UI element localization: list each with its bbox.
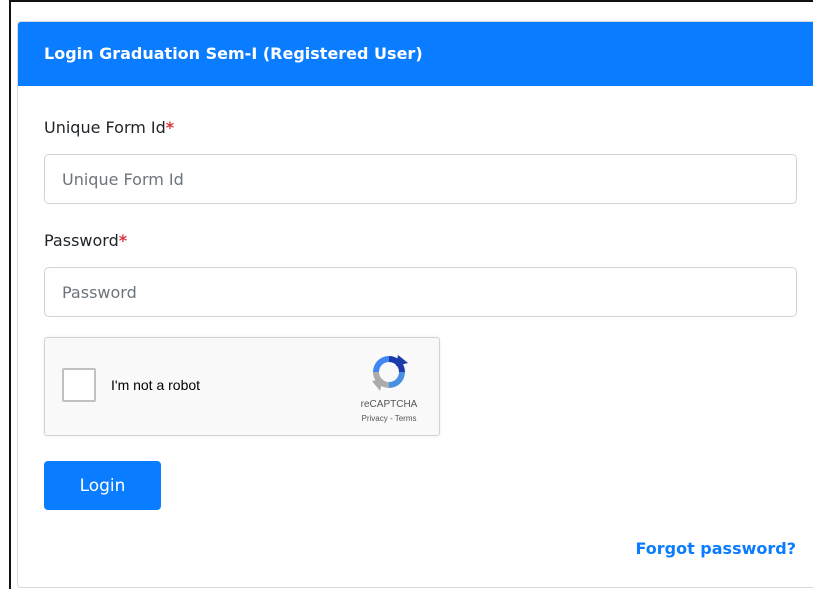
recaptcha-link-separator: - (387, 414, 395, 423)
recaptcha-label: I'm not a robot (111, 377, 201, 393)
recaptcha-brand: reCAPTCHA (360, 399, 418, 410)
card-header: Login Graduation Sem-I (Registered User) (18, 22, 813, 86)
form-id-input[interactable] (44, 154, 797, 204)
recaptcha-terms-link[interactable]: Terms (395, 414, 417, 423)
form-id-label-text: Unique Form Id (44, 118, 166, 137)
form-id-label: Unique Form Id* (44, 118, 174, 137)
recaptcha-links: Privacy - Terms (343, 414, 435, 423)
password-label: Password* (44, 231, 127, 250)
recaptcha-logo-icon (372, 355, 408, 391)
required-mark: * (118, 231, 128, 250)
login-card: Login Graduation Sem-I (Registered User)… (17, 21, 813, 588)
recaptcha-checkbox[interactable] (62, 368, 96, 402)
recaptcha-privacy-link[interactable]: Privacy (362, 414, 388, 423)
card-title: Login Graduation Sem-I (Registered User) (44, 44, 423, 63)
password-label-text: Password (44, 231, 119, 250)
password-input[interactable] (44, 267, 797, 317)
login-button[interactable]: Login (44, 461, 161, 510)
recaptcha-widget: I'm not a robot reCAPTCHA Privacy - Term… (44, 337, 440, 436)
forgot-password-link[interactable]: Forgot password? (635, 539, 796, 558)
required-mark: * (165, 118, 175, 137)
